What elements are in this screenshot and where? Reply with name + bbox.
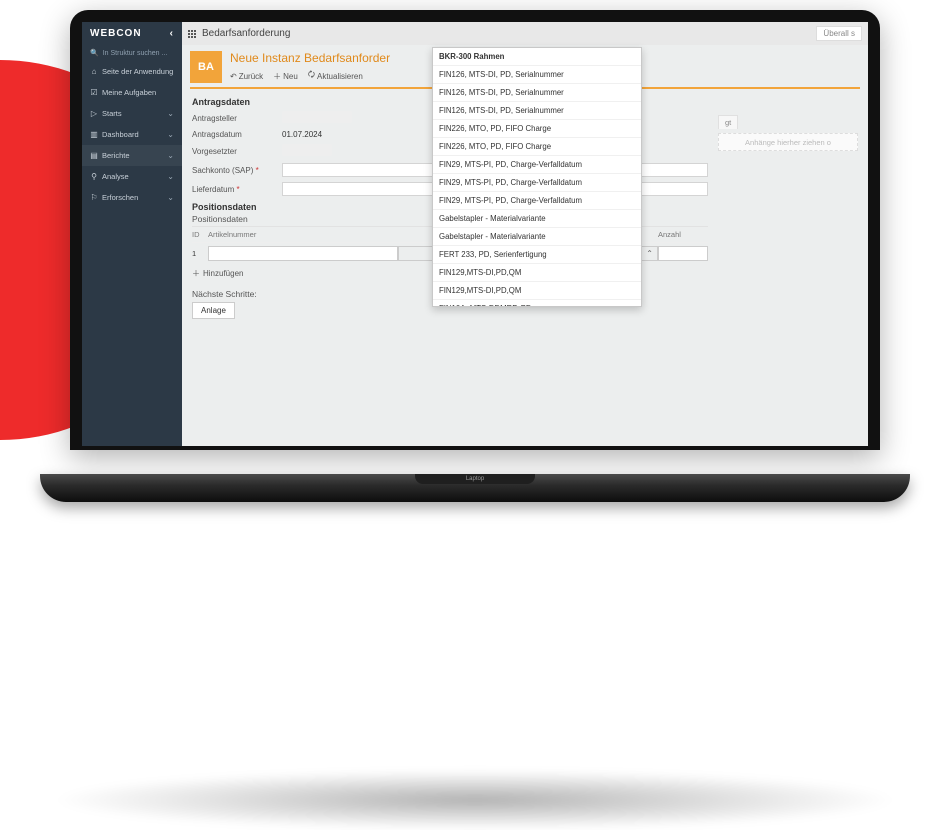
sidebar-item-label: Starts bbox=[102, 109, 122, 118]
plus-icon: ＋ bbox=[192, 268, 200, 279]
app-viewport: WEBCON ‹ 🔍 In Struktur suchen ... ⌂ Seite… bbox=[82, 22, 868, 446]
value-manager-redacted bbox=[282, 144, 332, 156]
doc-title: Neue Instanz Bedarfsanforder bbox=[230, 51, 390, 65]
play-icon: ▷ bbox=[90, 109, 98, 118]
form-right: gt Anhänge hierher ziehen o bbox=[718, 97, 858, 438]
row-id: 1 bbox=[192, 249, 208, 258]
dropdown-option[interactable]: FIN129,MTS-DI,PD,QM bbox=[433, 264, 641, 282]
sidebar-item-label: Meine Aufgaben bbox=[102, 88, 156, 97]
collapse-sidebar-icon[interactable]: ‹ bbox=[170, 28, 174, 39]
topbar: Bedarfsanforderung Überall s bbox=[182, 22, 868, 45]
input-quantity[interactable] bbox=[658, 246, 708, 261]
label-lieferdatum: Lieferdatum * bbox=[192, 185, 282, 194]
laptop-notch: Laptop bbox=[415, 474, 535, 484]
dropdown-option[interactable]: FIN226, MTO, PD, FIFO Charge bbox=[433, 138, 641, 156]
step-button-anlage[interactable]: Anlage bbox=[192, 302, 235, 319]
dropdown-option[interactable]: FIN126, MTS-DI, PD, Serialnummer bbox=[433, 102, 641, 120]
label-manager: Vorgesetzter bbox=[192, 147, 282, 156]
sidebar-item-label: Dashboard bbox=[102, 130, 139, 139]
laptop-frame: WEBCON ‹ 🔍 In Struktur suchen ... ⌂ Seite… bbox=[70, 10, 880, 490]
search-icon: 🔍 bbox=[90, 49, 99, 57]
brand-bar: WEBCON ‹ bbox=[82, 22, 182, 45]
analysis-icon: ⚲ bbox=[90, 172, 98, 181]
article-dropdown[interactable]: BKR-300 Rahmen FIN126, MTS-DI, PD, Seria… bbox=[432, 47, 642, 307]
sidebar-item-dashboard[interactable]: ▥ Dashboard ⌄ bbox=[82, 124, 182, 145]
dropdown-option[interactable]: FIN29, MTS-PI, PD, Charge-Verfalldatum bbox=[433, 192, 641, 210]
dropdown-option[interactable]: FIN226, MTO, PD, FIFO Charge bbox=[433, 120, 641, 138]
doc-tile: BA bbox=[190, 51, 222, 83]
dropdown-option[interactable]: FIN29, MTS-PI, PD, Charge-Verfalldatum bbox=[433, 156, 641, 174]
sidebar-search-placeholder: In Struktur suchen ... bbox=[103, 50, 168, 57]
sidebar-item-label: Berichte bbox=[102, 151, 130, 160]
sidebar-search[interactable]: 🔍 In Struktur suchen ... bbox=[82, 45, 182, 61]
global-search[interactable]: Überall s bbox=[816, 26, 862, 41]
value-applicant-redacted bbox=[282, 111, 352, 123]
main-area: Bedarfsanforderung Überall s BA Neue Ins… bbox=[182, 22, 868, 446]
explore-icon: ⚐ bbox=[90, 193, 98, 202]
label-sachkonto: Sachkonto (SAP) * bbox=[192, 166, 282, 175]
sidebar-item-label: Analyse bbox=[102, 172, 129, 181]
dropdown-option[interactable]: FIN10A, MTS-DDMRP, PD bbox=[433, 300, 641, 307]
chevron-down-icon: ⌄ bbox=[167, 193, 174, 202]
add-row-label: Hinzufügen bbox=[203, 269, 243, 278]
dashboard-icon: ▥ bbox=[90, 130, 98, 139]
dropdown-option[interactable]: FIN29, MTS-PI, PD, Charge-Verfalldatum bbox=[433, 174, 641, 192]
dropdown-option[interactable]: FIN129,MTS-DI,PD,QM bbox=[433, 282, 641, 300]
col-id: ID bbox=[192, 230, 208, 239]
sidebar-item-label: Erforschen bbox=[102, 193, 138, 202]
sidebar-item-analysis[interactable]: ⚲ Analyse ⌄ bbox=[82, 166, 182, 187]
doc-actions: ↶ Zurück ＋ Neu 🗘 Aktualisieren bbox=[230, 69, 390, 83]
sidebar-item-my-tasks[interactable]: ☑ Meine Aufgaben bbox=[82, 82, 182, 103]
chevron-down-icon: ⌄ bbox=[167, 151, 174, 160]
laptop-screen: WEBCON ‹ 🔍 In Struktur suchen ... ⌂ Seite… bbox=[70, 10, 880, 450]
brand-name: WEBCON bbox=[90, 28, 142, 39]
sidebar-item-reports[interactable]: ▤ Berichte ⌄ bbox=[82, 145, 182, 166]
apps-icon[interactable] bbox=[188, 30, 196, 38]
sidebar-item-app-page[interactable]: ⌂ Seite der Anwendung bbox=[82, 61, 182, 82]
new-button[interactable]: ＋ Neu bbox=[273, 69, 298, 83]
tasks-icon: ☑ bbox=[90, 88, 98, 97]
right-tab[interactable]: gt bbox=[718, 115, 738, 129]
sidebar-item-starts[interactable]: ▷ Starts ⌄ bbox=[82, 103, 182, 124]
chevron-down-icon: ⌄ bbox=[167, 109, 174, 118]
col-article: Artikelnummer bbox=[208, 230, 398, 239]
chevron-up-icon: ⌃ bbox=[646, 249, 653, 258]
refresh-button[interactable]: 🗘 Aktualisieren bbox=[308, 69, 363, 83]
dropdown-option[interactable]: Gabelstapler - Materialvariante bbox=[433, 228, 641, 246]
input-article[interactable] bbox=[208, 246, 398, 261]
label-date: Antragsdatum bbox=[192, 130, 282, 139]
dropdown-option[interactable]: FIN126, MTS-DI, PD, Serialnummer bbox=[433, 66, 641, 84]
chevron-down-icon: ⌄ bbox=[167, 130, 174, 139]
reports-icon: ▤ bbox=[90, 151, 98, 160]
back-button[interactable]: ↶ Zurück bbox=[230, 69, 263, 83]
sidebar-item-explore[interactable]: ⚐ Erforschen ⌄ bbox=[82, 187, 182, 208]
attachments-dropzone[interactable]: Anhänge hierher ziehen o bbox=[718, 133, 858, 151]
dropdown-option[interactable]: FERT 233, PD, Serienfertigung bbox=[433, 246, 641, 264]
page-title: Bedarfsanforderung bbox=[202, 28, 290, 39]
dropdown-option[interactable]: Gabelstapler - Materialvariante bbox=[433, 210, 641, 228]
app-root: WEBCON ‹ 🔍 In Struktur suchen ... ⌂ Seite… bbox=[82, 22, 868, 446]
sidebar: WEBCON ‹ 🔍 In Struktur suchen ... ⌂ Seite… bbox=[82, 22, 182, 446]
sidebar-item-label: Seite der Anwendung bbox=[102, 67, 173, 76]
form-area: BKR-300 Rahmen FIN126, MTS-DI, PD, Seria… bbox=[182, 89, 868, 446]
chevron-down-icon: ⌄ bbox=[167, 172, 174, 181]
laptop-base: Laptop bbox=[40, 474, 910, 502]
col-quantity: Anzahl bbox=[658, 230, 708, 239]
laptop-shadow bbox=[50, 770, 900, 830]
label-applicant: Antragsteller bbox=[192, 114, 282, 123]
dropdown-option[interactable]: BKR-300 Rahmen bbox=[433, 48, 641, 66]
dropdown-option[interactable]: FIN126, MTS-DI, PD, Serialnummer bbox=[433, 84, 641, 102]
home-icon: ⌂ bbox=[90, 67, 98, 76]
